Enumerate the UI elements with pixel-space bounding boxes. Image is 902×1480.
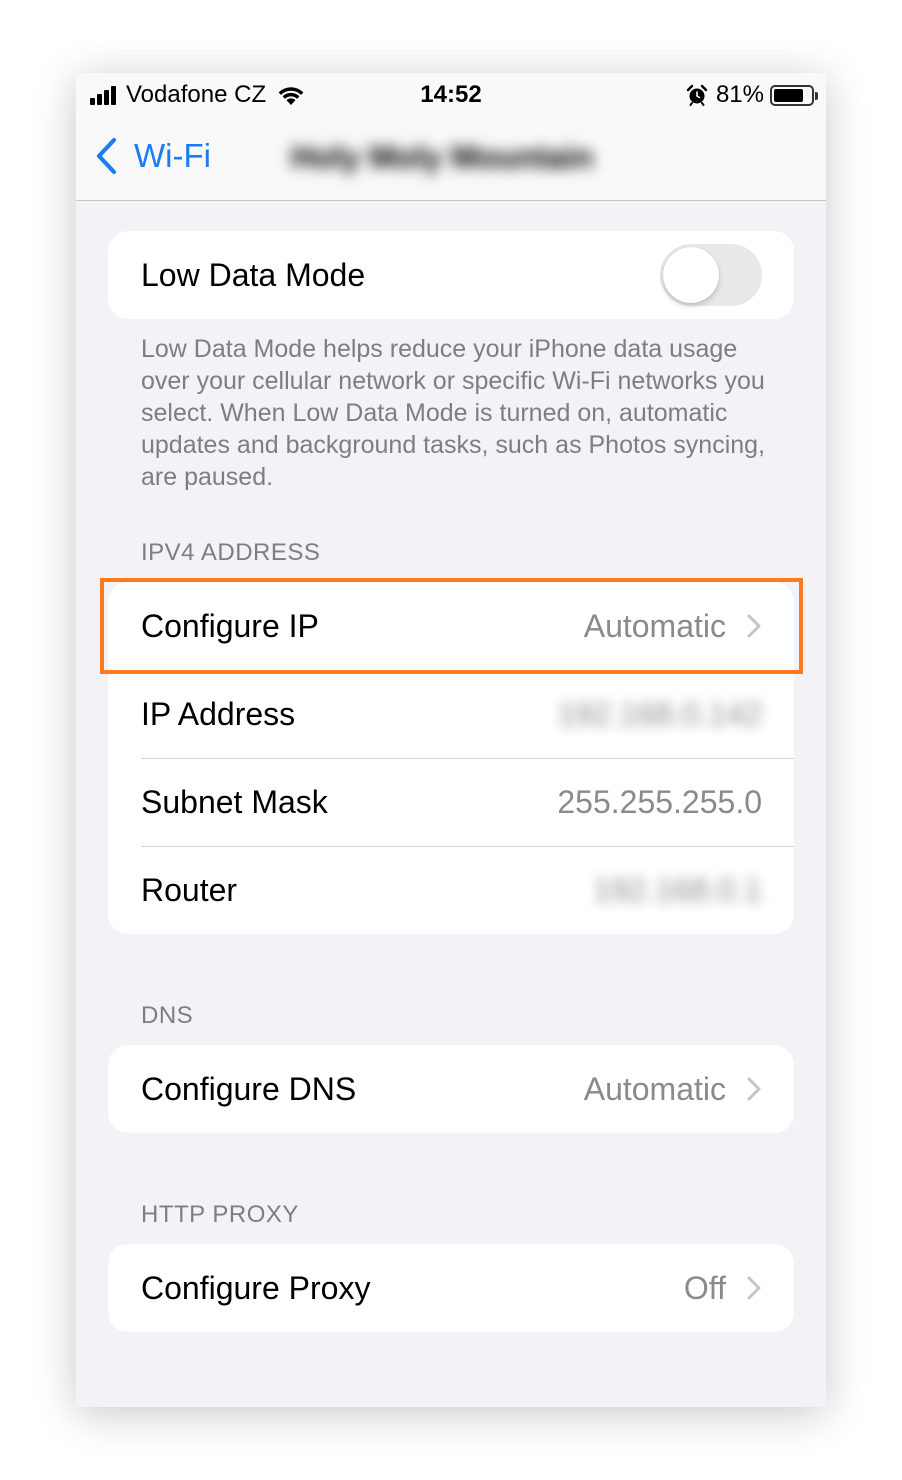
configure-dns-label: Configure DNS [141,1070,357,1107]
back-label: Wi-Fi [134,137,211,174]
configure-dns-value: Automatic [583,1070,726,1107]
configure-ip-value: Automatic [583,607,726,644]
router-value: 192.168.0.1 [592,871,762,908]
status-bar: Vodafone CZ 14:52 81% [76,73,826,117]
configure-proxy-value: Off [683,1269,726,1306]
configure-proxy-label: Configure Proxy [141,1269,371,1306]
chevron-right-icon [747,1077,761,1101]
ipv4-group: Configure IP Automatic IP Address 192.16… [108,582,794,934]
router-label: Router [141,871,238,908]
ip-address-value: 192.168.0.142 [557,695,762,732]
battery-fill [774,88,804,102]
configure-proxy-row[interactable]: Configure Proxy Off [108,1244,794,1332]
navigation-bar: Wi-Fi Holy Moly Mountain [76,117,826,201]
back-button[interactable]: Wi-Fi [94,137,211,175]
phone-screen: Vodafone CZ 14:52 81% Wi-Fi Holy Moly Mo… [76,73,826,1407]
toggle-knob [663,247,719,303]
chevron-left-icon [96,137,117,175]
ip-address-label: IP Address [141,695,296,732]
configure-ip-label: Configure IP [141,607,319,644]
battery-percent: 81% [715,81,764,108]
low-data-footer: Low Data Mode helps reduce your iPhone d… [141,335,765,491]
subnet-mask-row: Subnet Mask 255.255.255.0 [108,758,794,846]
chevron-right-icon [747,614,761,638]
chevron-right-icon [747,1276,761,1300]
low-data-group: Low Data Mode [108,231,794,319]
status-right: 81% [686,81,818,109]
router-row: Router 192.168.0.1 [108,846,794,934]
network-name-title: Holy Moly Mountain [291,139,594,175]
subnet-mask-label: Subnet Mask [141,783,328,820]
low-data-row: Low Data Mode [108,231,794,319]
subnet-mask-value: 255.255.255.0 [557,783,762,820]
configure-dns-row[interactable]: Configure DNS Automatic [108,1045,794,1133]
proxy-section-header: HTTP PROXY [141,1201,299,1228]
ipv4-section-header: IPV4 ADDRESS [141,539,321,566]
configure-ip-row[interactable]: Configure IP Automatic [108,582,794,670]
dns-section-header: DNS [141,1002,194,1029]
ip-address-row: IP Address 192.168.0.142 [108,670,794,758]
low-data-toggle[interactable] [660,244,762,306]
battery-icon [770,84,818,106]
proxy-group: Configure Proxy Off [108,1244,794,1332]
alarm-icon [686,84,708,106]
low-data-label: Low Data Mode [141,256,366,293]
dns-group: Configure DNS Automatic [108,1045,794,1133]
